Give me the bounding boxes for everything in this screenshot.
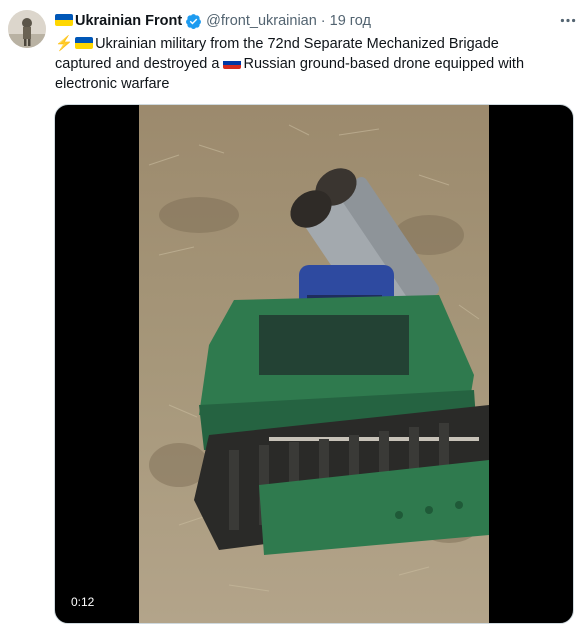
- verified-badge-icon: [185, 13, 202, 30]
- video-frame: [139, 105, 489, 623]
- russia-flag-icon: [223, 57, 242, 70]
- display-name[interactable]: Ukrainian Front: [75, 13, 182, 29]
- tweet-header: Ukrainian Front @front_ukrainian · 19 го…: [55, 11, 556, 31]
- timestamp[interactable]: 19 год: [330, 13, 371, 29]
- handle[interactable]: @front_ukrainian: [206, 13, 317, 29]
- tweet[interactable]: Ukrainian Front @front_ukrainian · 19 го…: [0, 0, 586, 629]
- video-player[interactable]: 0:12: [54, 104, 574, 624]
- video-still-image: [139, 105, 489, 623]
- avatar-image: [8, 10, 46, 48]
- ukraine-flag-icon: [55, 14, 73, 26]
- tweet-text: ⚡ Ukrainian military from the 72nd Separa…: [55, 34, 535, 94]
- ukraine-flag-icon: [75, 37, 94, 50]
- lightning-icon: ⚡: [55, 36, 74, 52]
- avatar[interactable]: [8, 10, 46, 48]
- video-duration: 0:12: [71, 595, 95, 609]
- separator-dot: ·: [320, 13, 326, 29]
- more-options-icon[interactable]: [558, 10, 578, 30]
